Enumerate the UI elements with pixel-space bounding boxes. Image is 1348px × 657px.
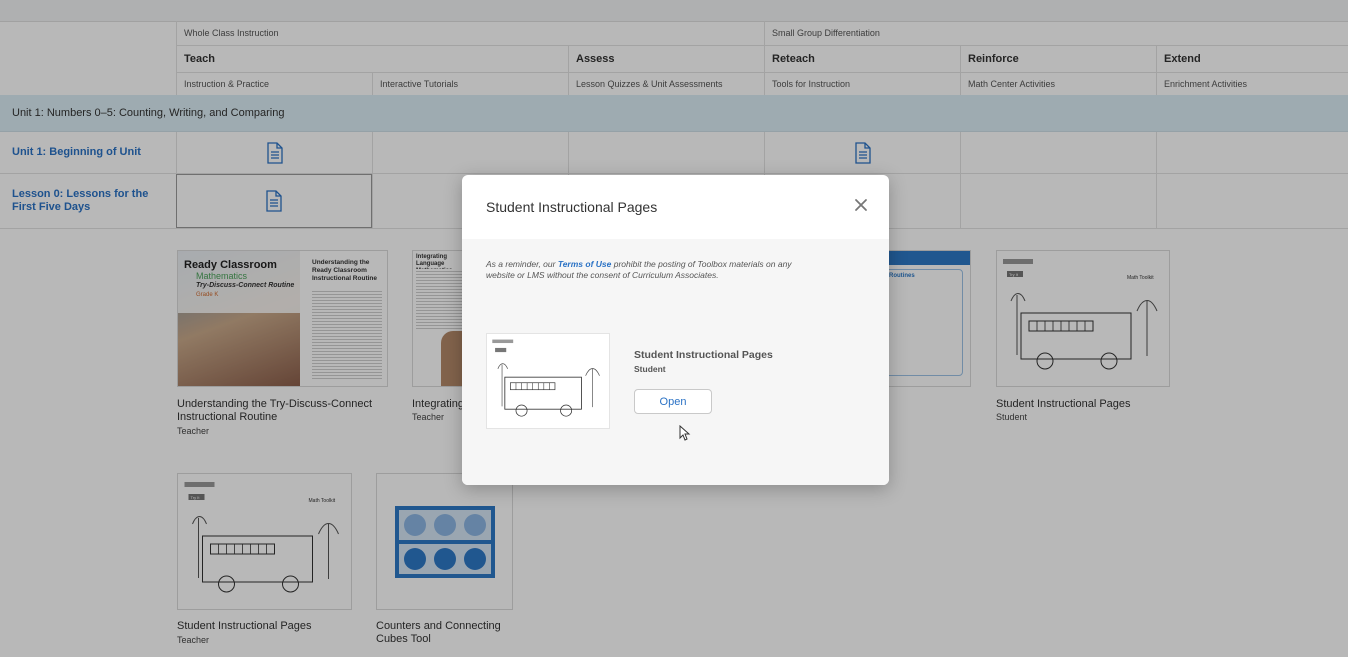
terms-of-use-link[interactable]: Terms of Use (558, 259, 612, 269)
resource-preview-thumbnail[interactable] (486, 333, 610, 429)
mouse-cursor-icon (679, 425, 691, 441)
open-button[interactable]: Open (634, 389, 712, 414)
modal-body: As a reminder, our Terms of Use prohibit… (462, 239, 889, 485)
bus-illustration (492, 339, 600, 417)
resource-title: Student Instructional Pages (634, 349, 773, 361)
close-icon[interactable] (853, 197, 869, 213)
modal-title: Student Instructional Pages (486, 199, 658, 215)
resource-audience: Student (634, 364, 666, 374)
terms-reminder: As a reminder, our Terms of Use prohibit… (486, 259, 792, 280)
student-pages-modal: Student Instructional Pages As a reminde… (462, 175, 889, 485)
modal-header: Student Instructional Pages (462, 175, 889, 240)
